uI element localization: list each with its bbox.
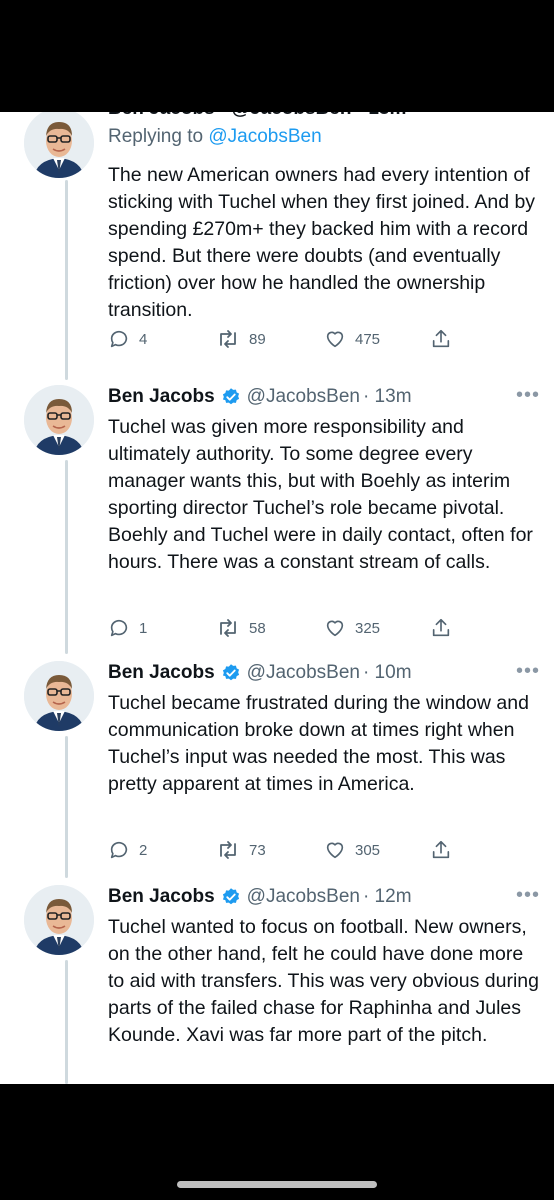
tweet-text: The new American owners had every intent…	[108, 164, 536, 321]
avatar[interactable]	[24, 661, 94, 731]
thread-line	[65, 180, 68, 380]
like-icon	[326, 620, 344, 637]
avatar-portrait-icon	[24, 112, 94, 178]
like-icon	[326, 331, 344, 348]
retweet-button[interactable]: 89	[216, 328, 266, 350]
thread-line	[65, 460, 68, 654]
reply-count: 2	[139, 841, 148, 859]
share-button[interactable]	[430, 839, 452, 861]
retweet-icon	[220, 841, 236, 859]
retweet-icon	[220, 330, 236, 348]
like-count: 325	[355, 619, 381, 637]
home-indicator[interactable]	[177, 1181, 377, 1188]
verified-badge-icon	[221, 387, 241, 407]
cut-off-header: Ben Jacobs · @JacobsBen · 13m	[108, 112, 406, 120]
author-handle[interactable]: @JacobsBen	[247, 886, 360, 908]
tweet-header: Ben Jacobs @JacobsBen · 10m	[108, 658, 540, 688]
replying-prefix: Replying to	[108, 126, 204, 147]
tweet-actions: 4 89 475	[108, 328, 458, 358]
like-count: 305	[355, 841, 381, 859]
tweet-text: Tuchel wanted to focus on football. New …	[108, 916, 539, 1046]
retweet-count: 89	[249, 330, 266, 348]
author-handle[interactable]: @JacobsBen	[247, 662, 360, 684]
tweet-time[interactable]: · 12m	[363, 886, 412, 908]
share-button[interactable]	[430, 617, 452, 639]
more-icon[interactable]: •••	[516, 384, 540, 407]
share-icon	[432, 329, 450, 348]
like-button[interactable]: 325	[324, 617, 380, 639]
reply-button[interactable]: 2	[108, 839, 147, 861]
tweet-time[interactable]: · 10m	[363, 662, 412, 684]
avatar[interactable]	[24, 885, 94, 955]
replying-to: Replying to @JacobsBen	[108, 126, 540, 154]
avatar[interactable]	[24, 385, 94, 455]
tweet-header: Ben Jacobs @JacobsBen · 13m	[108, 382, 540, 412]
more-icon[interactable]: •••	[516, 660, 540, 683]
reply-count: 4	[139, 330, 148, 348]
like-button[interactable]: 475	[324, 328, 380, 350]
retweet-count: 58	[249, 619, 266, 637]
verified-badge-icon	[221, 887, 241, 907]
author-name[interactable]: Ben Jacobs	[108, 662, 215, 684]
like-icon	[326, 842, 344, 859]
screen: Ben Jacobs · @JacobsBen · 13m Re	[0, 0, 554, 1200]
tweet-actions: 2 73 305	[108, 839, 458, 869]
retweet-count: 73	[249, 841, 266, 859]
more-icon[interactable]: •••	[516, 884, 540, 907]
share-icon	[432, 618, 450, 637]
avatar-portrait-icon	[24, 385, 94, 455]
tweet-text: Tuchel became frustrated during the wind…	[108, 692, 529, 795]
reply-count: 1	[139, 619, 148, 637]
tweet-text: Tuchel was given more responsibility and…	[108, 416, 533, 573]
author-name[interactable]: Ben Jacobs	[108, 886, 215, 908]
thread-line	[65, 736, 68, 878]
reply-button[interactable]: 4	[108, 328, 147, 350]
share-button[interactable]	[430, 328, 452, 350]
retweet-button[interactable]: 58	[216, 617, 266, 639]
verified-badge-icon	[221, 663, 241, 683]
replying-mention-link[interactable]: @JacobsBen	[208, 126, 321, 147]
tweet-actions: 1 58 325	[108, 617, 458, 647]
avatar[interactable]	[24, 112, 94, 178]
like-button[interactable]: 305	[324, 839, 380, 861]
tweet-time[interactable]: · 13m	[363, 386, 412, 408]
retweet-button[interactable]: 73	[216, 839, 266, 861]
thread-line	[65, 960, 68, 1084]
tweet-thread: Ben Jacobs · @JacobsBen · 13m Re	[0, 112, 554, 1084]
avatar-portrait-icon	[24, 885, 94, 955]
tweet-header: Ben Jacobs @JacobsBen · 12m	[108, 882, 540, 912]
author-name[interactable]: Ben Jacobs	[108, 386, 215, 408]
retweet-icon	[220, 619, 236, 637]
reply-icon	[110, 841, 128, 859]
author-handle[interactable]: @JacobsBen	[247, 386, 360, 408]
reply-icon	[110, 330, 128, 348]
avatar-portrait-icon	[24, 661, 94, 731]
reply-button[interactable]: 1	[108, 617, 147, 639]
share-icon	[432, 840, 450, 859]
like-count: 475	[355, 330, 381, 348]
reply-icon	[110, 619, 128, 637]
